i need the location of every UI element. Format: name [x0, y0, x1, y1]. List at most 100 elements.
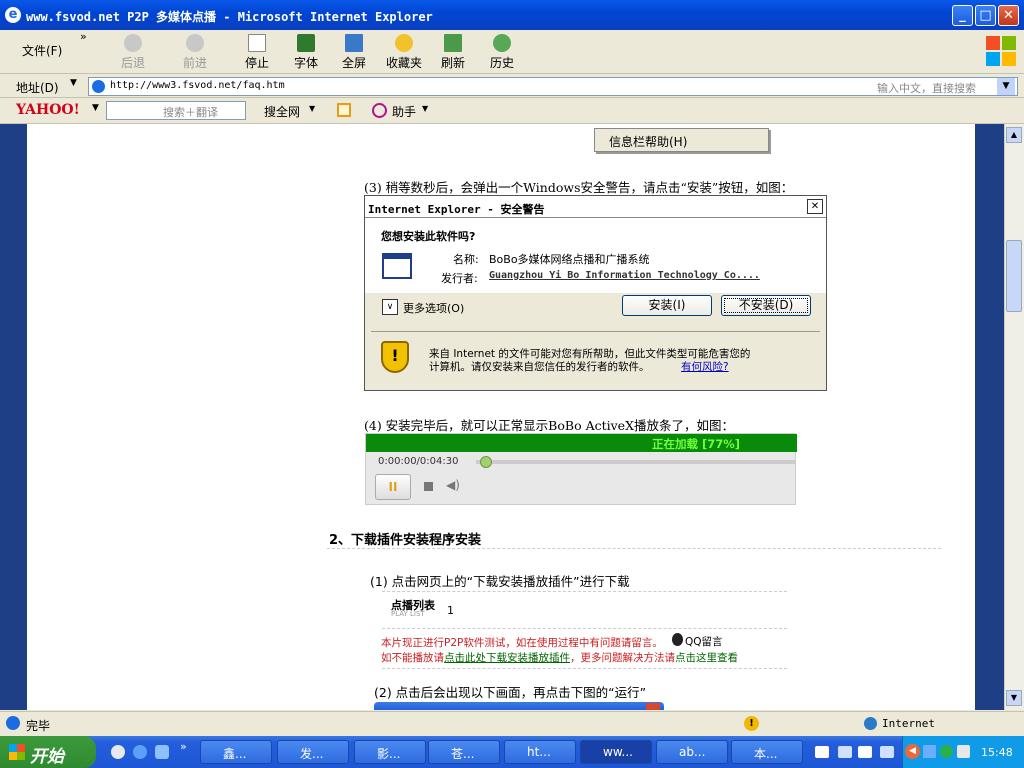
name-label: 名称:	[453, 253, 479, 266]
tray-shield-icon[interactable]	[957, 745, 970, 758]
dialog-title: Internet Explorer - 安全警告	[368, 203, 545, 216]
page-icon	[92, 80, 105, 93]
tray-network-icon[interactable]	[923, 745, 936, 758]
taskbar-item-active[interactable]: ww...	[580, 740, 652, 764]
fullscreen-button[interactable]: 全屏	[339, 34, 369, 71]
close-button[interactable]: ✕	[998, 5, 1019, 26]
address-dropdown-icon[interactable]: ▼	[70, 78, 77, 88]
content-viewport: 信息栏帮助(H) (3) 稍等数秒后，会弹出一个Windows安全警告，请点击“…	[0, 124, 1004, 710]
helper-dropdown-icon[interactable]: ▼	[422, 104, 428, 113]
playlist-subtitle: PLAY LIST	[391, 610, 425, 618]
start-flag-icon	[9, 744, 25, 760]
qq-message-link[interactable]: QQ留言	[685, 634, 723, 649]
stop-square-icon[interactable]	[424, 482, 433, 491]
dialog-close-button[interactable]: ✕	[807, 199, 823, 214]
taskbar-item[interactable]: 影...	[354, 740, 426, 764]
scroll-thumb[interactable]	[1006, 240, 1022, 312]
helper-icon	[372, 103, 387, 118]
standard-toolbar: 文件(F) » 后退 前进 停止 字体 全屏 收藏夹 刷新 历史	[0, 30, 1024, 74]
taskbar-item[interactable]: ab...	[656, 740, 728, 764]
fullscreen-icon	[345, 34, 363, 52]
taskbar-item[interactable]: 本...	[731, 740, 803, 764]
system-tray: ◀ 15:48	[902, 736, 1024, 768]
sub2-text: (2) 点击后会出现以下画面，再点击下图的“运行”	[374, 685, 647, 700]
search-all-button[interactable]: 搜全网	[264, 103, 300, 120]
yahoo-logo[interactable]: YAHOO!	[16, 102, 80, 118]
seek-bar[interactable]	[476, 460, 796, 464]
ime-icon[interactable]	[858, 746, 872, 758]
yahoo-menu-icon[interactable]: ▼	[92, 103, 99, 113]
address-label: 地址(D)	[16, 81, 59, 95]
file-menu[interactable]: 文件(F)	[22, 42, 62, 59]
install-button[interactable]: 安装(I)	[622, 295, 712, 316]
download-dialog-preview	[374, 702, 664, 710]
taskbar-item[interactable]: 苍...	[428, 740, 500, 764]
step4-text: (4) 安装完毕后，就可以正常显示BoBo ActiveX播放条了，如图：	[364, 418, 734, 433]
address-url: http://www3.fsvod.net/faq.htm	[110, 80, 285, 91]
app-window-icon	[382, 253, 412, 279]
yahoo-toolbar: YAHOO! ▼ 搜索＋翻译 搜全网 ▼ 助手 ▼	[0, 98, 1024, 124]
notice-line-2: 如不能播放请点击此处下载安装播放插件，更多问题解决方法请点击这里查看	[381, 650, 738, 665]
minimize-button[interactable]: _	[952, 5, 973, 26]
search-all-dropdown-icon[interactable]: ▼	[309, 104, 315, 113]
taskbar-item[interactable]: 鑫...	[200, 740, 272, 764]
quicklaunch-icon-3[interactable]	[155, 745, 169, 759]
web-page: 信息栏帮助(H) (3) 稍等数秒后，会弹出一个Windows安全警告，请点击“…	[27, 124, 975, 710]
dont-install-button[interactable]: 不安装(D)	[721, 295, 811, 316]
language-bar-keyboard-icon[interactable]	[815, 746, 829, 758]
stop-button[interactable]: 停止	[242, 34, 272, 71]
font-button[interactable]: 字体	[290, 34, 322, 71]
download-plugin-link[interactable]: 点击此处下载安装播放插件	[444, 652, 570, 664]
zone-text: Internet	[882, 717, 935, 730]
favorites-button[interactable]: 收藏夹	[384, 34, 424, 71]
infobar-help-item[interactable]: 信息栏帮助(H)	[609, 133, 687, 150]
quicklaunch-icon-1[interactable]	[111, 745, 125, 759]
scroll-up-button[interactable]: ▲	[1006, 127, 1022, 143]
shield-warning-icon: !	[381, 341, 409, 373]
playlist-number: 1	[447, 604, 454, 617]
forward-arrow-icon	[186, 34, 204, 52]
taskbar-item[interactable]: ht...	[504, 740, 576, 764]
font-icon	[297, 34, 315, 52]
quicklaunch-more-icon[interactable]: »	[180, 740, 187, 753]
vertical-scrollbar[interactable]: ▲ ▼	[1004, 124, 1024, 710]
more-options-button[interactable]: 更多选项(O)	[403, 300, 464, 316]
loading-text: 正在加载 [77%]	[652, 437, 741, 451]
warning-line-2: 计算机。请仅安装来自您信任的发行者的软件。	[429, 361, 650, 373]
dialog-question: 您想安装此软件吗?	[381, 230, 476, 243]
publisher-link[interactable]: Guangzhou Yi Bo Information Technology C…	[489, 270, 760, 281]
fullscreen-label: 全屏	[341, 56, 366, 70]
history-button[interactable]: 历史	[487, 34, 517, 71]
view-here-link[interactable]: 点击这里查看	[675, 652, 738, 664]
yahoo-search-input[interactable]: 搜索＋翻译	[106, 101, 246, 120]
refresh-button[interactable]: 刷新	[438, 34, 468, 71]
tray-expand-icon[interactable]: ◀	[905, 744, 920, 759]
quicklaunch-ie-icon[interactable]	[133, 745, 147, 759]
pause-button[interactable]: II	[375, 474, 411, 500]
address-input[interactable]: http://www3.fsvod.net/faq.htm 输入中文，直接搜索 …	[88, 77, 1018, 96]
scroll-down-button[interactable]: ▼	[1006, 690, 1022, 706]
seek-handle[interactable]	[480, 456, 492, 468]
more-options-chevron-icon[interactable]: ∨	[382, 299, 398, 315]
section2-heading: 2、下载插件安装程序安装	[329, 533, 482, 548]
refresh-label: 刷新	[440, 56, 465, 70]
back-button[interactable]: 后退	[118, 34, 148, 71]
tray-umbrella-icon[interactable]	[940, 745, 953, 758]
risk-link[interactable]: 有何风险?	[681, 359, 729, 374]
maximize-button[interactable]: □	[975, 5, 996, 26]
volume-icon[interactable]: ◀)	[446, 478, 460, 492]
notice-line-1: 本片现正进行P2P软件测试，如在使用过程中有问题请留言。	[381, 637, 663, 649]
pen-icon[interactable]	[838, 746, 852, 758]
zone-globe-icon	[864, 717, 877, 730]
help-icon[interactable]	[880, 746, 894, 758]
helper-button[interactable]: 助手	[392, 103, 416, 120]
infobar-menu[interactable]: 信息栏帮助(H)	[594, 128, 769, 152]
chevron-icon[interactable]: »	[80, 30, 87, 43]
forward-button[interactable]: 前进	[180, 34, 210, 71]
notes-icon[interactable]	[337, 103, 351, 117]
go-dropdown-icon[interactable]: ▼	[997, 78, 1015, 95]
title-bar[interactable]: e www.fsvod.net P2P 多媒体点播 - Microsoft In…	[0, 0, 1024, 30]
taskbar-item[interactable]: 发...	[277, 740, 349, 764]
address-bar: 地址(D) ▼ http://www3.fsvod.net/faq.htm 输入…	[0, 75, 1024, 98]
refresh-icon	[444, 34, 462, 52]
